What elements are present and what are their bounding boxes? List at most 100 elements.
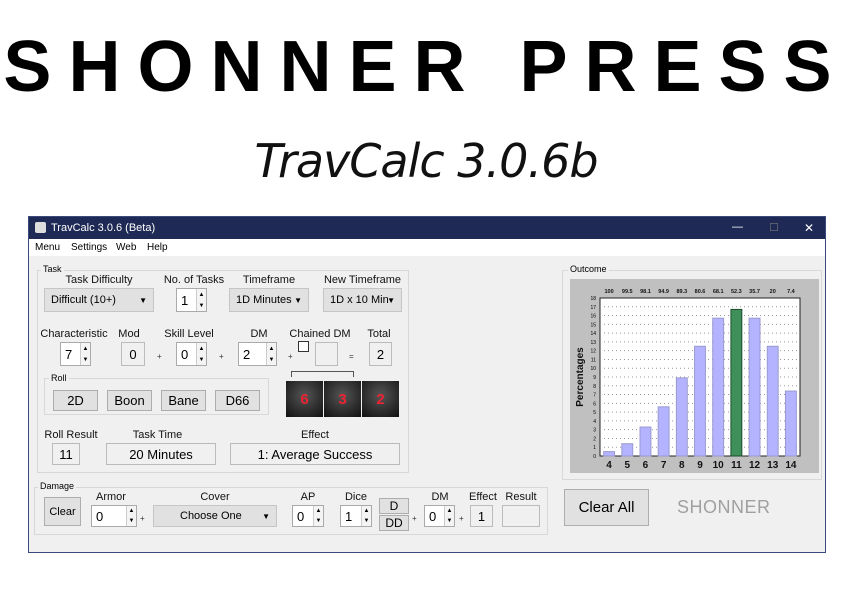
bar-12 bbox=[748, 317, 761, 457]
damage-group-title: Damage bbox=[38, 481, 77, 491]
y-tick-label: 15 bbox=[590, 322, 596, 328]
spin-arrows-icon[interactable]: ▲ ▼ bbox=[266, 343, 276, 365]
bar-6 bbox=[639, 426, 652, 457]
damage-dm-value: 0 bbox=[429, 508, 437, 524]
task-group-title: Task bbox=[41, 264, 64, 274]
dd-button[interactable]: DD bbox=[379, 515, 409, 531]
chained-dm-value bbox=[315, 342, 338, 366]
spin-arrows-icon[interactable]: ▲ ▼ bbox=[126, 506, 136, 526]
bar-11 bbox=[730, 308, 743, 457]
spin-arrows-icon[interactable]: ▲ ▼ bbox=[196, 343, 206, 365]
armor-value: 0 bbox=[96, 508, 104, 524]
y-tick-label: 17 bbox=[590, 305, 596, 311]
timeframe-select[interactable]: 1D Minutes ▼ bbox=[229, 288, 309, 312]
task-time-label: Task Time bbox=[132, 429, 183, 441]
menu-item-menu[interactable]: Menu bbox=[35, 242, 60, 253]
dice-stepper[interactable]: 1 ▲ ▼ bbox=[340, 505, 372, 527]
roll-result-label: Roll Result bbox=[44, 429, 98, 441]
close-button[interactable]: ✕ bbox=[804, 221, 814, 235]
chevron-down-icon: ▼ bbox=[262, 511, 270, 521]
spin-arrows-icon[interactable]: ▲ ▼ bbox=[444, 506, 454, 526]
x-tick-label: 11 bbox=[731, 460, 742, 471]
roll-d66-button[interactable]: D66 bbox=[215, 390, 260, 411]
y-tick-label: 10 bbox=[590, 366, 596, 372]
chevron-down-icon: ▼ bbox=[387, 295, 395, 305]
bar-7 bbox=[657, 406, 670, 457]
top-label: 35.7 bbox=[749, 289, 760, 295]
y-tick-label: 8 bbox=[593, 384, 596, 390]
dm-value: 2 bbox=[243, 346, 251, 362]
new-timeframe-select[interactable]: 1D x 10 Min ▼ bbox=[323, 288, 402, 312]
y-tick-label: 2 bbox=[593, 436, 596, 442]
maximize-button[interactable]: ☐ bbox=[769, 221, 779, 234]
num-tasks-stepper[interactable]: 1 ▲ ▼ bbox=[176, 288, 207, 312]
damage-clear-button[interactable]: Clear bbox=[44, 497, 81, 526]
x-tick-label: 5 bbox=[624, 460, 630, 471]
top-label: 52.3 bbox=[731, 289, 742, 295]
x-tick-label: 13 bbox=[767, 460, 779, 471]
y-tick-label: 6 bbox=[593, 401, 596, 407]
x-tick-label: 8 bbox=[679, 460, 685, 471]
task-difficulty-label: Task Difficulty bbox=[65, 274, 133, 286]
shonner-logo: SHONNER bbox=[677, 497, 771, 517]
chained-dm-checkbox[interactable] bbox=[298, 341, 309, 352]
top-label: 100 bbox=[604, 289, 613, 295]
spin-arrows-icon[interactable]: ▲ ▼ bbox=[196, 289, 206, 311]
spin-arrows-icon[interactable]: ▲ ▼ bbox=[361, 506, 371, 526]
roll-bane-button[interactable]: Bane bbox=[161, 390, 206, 411]
spin-arrows-icon[interactable]: ▲ ▼ bbox=[313, 506, 323, 526]
plus-sign: + bbox=[140, 514, 145, 523]
armor-stepper[interactable]: 0 ▲ ▼ bbox=[91, 505, 137, 527]
y-tick-label: 13 bbox=[590, 340, 596, 346]
total-label: Total bbox=[367, 328, 391, 340]
window-title: TravCalc 3.0.6 (Beta) bbox=[51, 222, 156, 234]
skill-level-stepper[interactable]: 0 ▲ ▼ bbox=[176, 342, 207, 366]
outcome-chart-panel: 0 1 2 3 4 5 6 7 8 9 10 11 12 13 14 15 16 17 18 4 100 5 99.5 6 98… bbox=[570, 279, 819, 473]
characteristic-label: Characteristic bbox=[40, 328, 108, 340]
title-bar: TravCalc 3.0.6 (Beta) — ☐ ✕ bbox=[29, 217, 825, 239]
y-axis-label: Percentages bbox=[575, 347, 586, 407]
die-1: 6 bbox=[286, 381, 323, 417]
y-tick-label: 14 bbox=[590, 331, 596, 337]
menu-item-help[interactable]: Help bbox=[147, 242, 168, 253]
roll-2d-button[interactable]: 2D bbox=[53, 390, 98, 411]
die-2: 3 bbox=[324, 381, 361, 417]
new-timeframe-value: 1D x 10 Min bbox=[330, 294, 389, 306]
chevron-down-icon: ▼ bbox=[139, 295, 147, 305]
characteristic-stepper[interactable]: 7 ▲ ▼ bbox=[60, 342, 91, 366]
dm-label: DM bbox=[250, 328, 268, 340]
total-value: 2 bbox=[369, 342, 392, 366]
new-timeframe-label: New Timeframe bbox=[323, 274, 402, 286]
y-tick-label: 4 bbox=[593, 419, 596, 425]
dm-stepper[interactable]: 2 ▲ ▼ bbox=[238, 342, 277, 366]
cover-value: Choose One bbox=[180, 510, 242, 522]
menu-item-web[interactable]: Web bbox=[116, 242, 136, 253]
minimize-button[interactable]: — bbox=[732, 221, 743, 233]
task-difficulty-select[interactable]: Difficult (10+) ▼ bbox=[44, 288, 154, 312]
x-tick-label: 12 bbox=[749, 460, 761, 471]
mod-label: Mod bbox=[118, 328, 140, 340]
menu-item-settings[interactable]: Settings bbox=[71, 242, 107, 253]
brand-title: SHONNER PRESS bbox=[3, 27, 849, 107]
damage-result-value bbox=[502, 505, 540, 527]
clear-all-button[interactable]: Clear All bbox=[564, 489, 649, 526]
skill-level-label: Skill Level bbox=[164, 328, 214, 340]
chained-dm-label: Chained DM bbox=[289, 328, 351, 340]
ap-stepper[interactable]: 0 ▲ ▼ bbox=[292, 505, 324, 527]
y-tick-label: 0 bbox=[593, 454, 596, 460]
dice-bracket bbox=[291, 371, 354, 377]
d-button[interactable]: D bbox=[379, 498, 409, 514]
die-3: 2 bbox=[362, 381, 399, 417]
skill-level-value: 0 bbox=[181, 346, 189, 362]
app-subtitle: TravCalc 3.0.6b bbox=[254, 134, 598, 188]
plus-sign: + bbox=[459, 514, 464, 523]
roll-group-title: Roll bbox=[49, 373, 69, 383]
dice-label: Dice bbox=[344, 491, 367, 503]
top-label: 89.3 bbox=[676, 289, 687, 295]
damage-dm-stepper[interactable]: 0 ▲ ▼ bbox=[424, 505, 455, 527]
y-tick-label: 5 bbox=[593, 410, 596, 416]
spin-arrows-icon[interactable]: ▲ ▼ bbox=[80, 343, 90, 365]
outcome-chart: 01234567891011121314151617184100599.5698… bbox=[575, 289, 801, 471]
cover-select[interactable]: Choose One ▼ bbox=[153, 505, 277, 527]
roll-boon-button[interactable]: Boon bbox=[107, 390, 152, 411]
